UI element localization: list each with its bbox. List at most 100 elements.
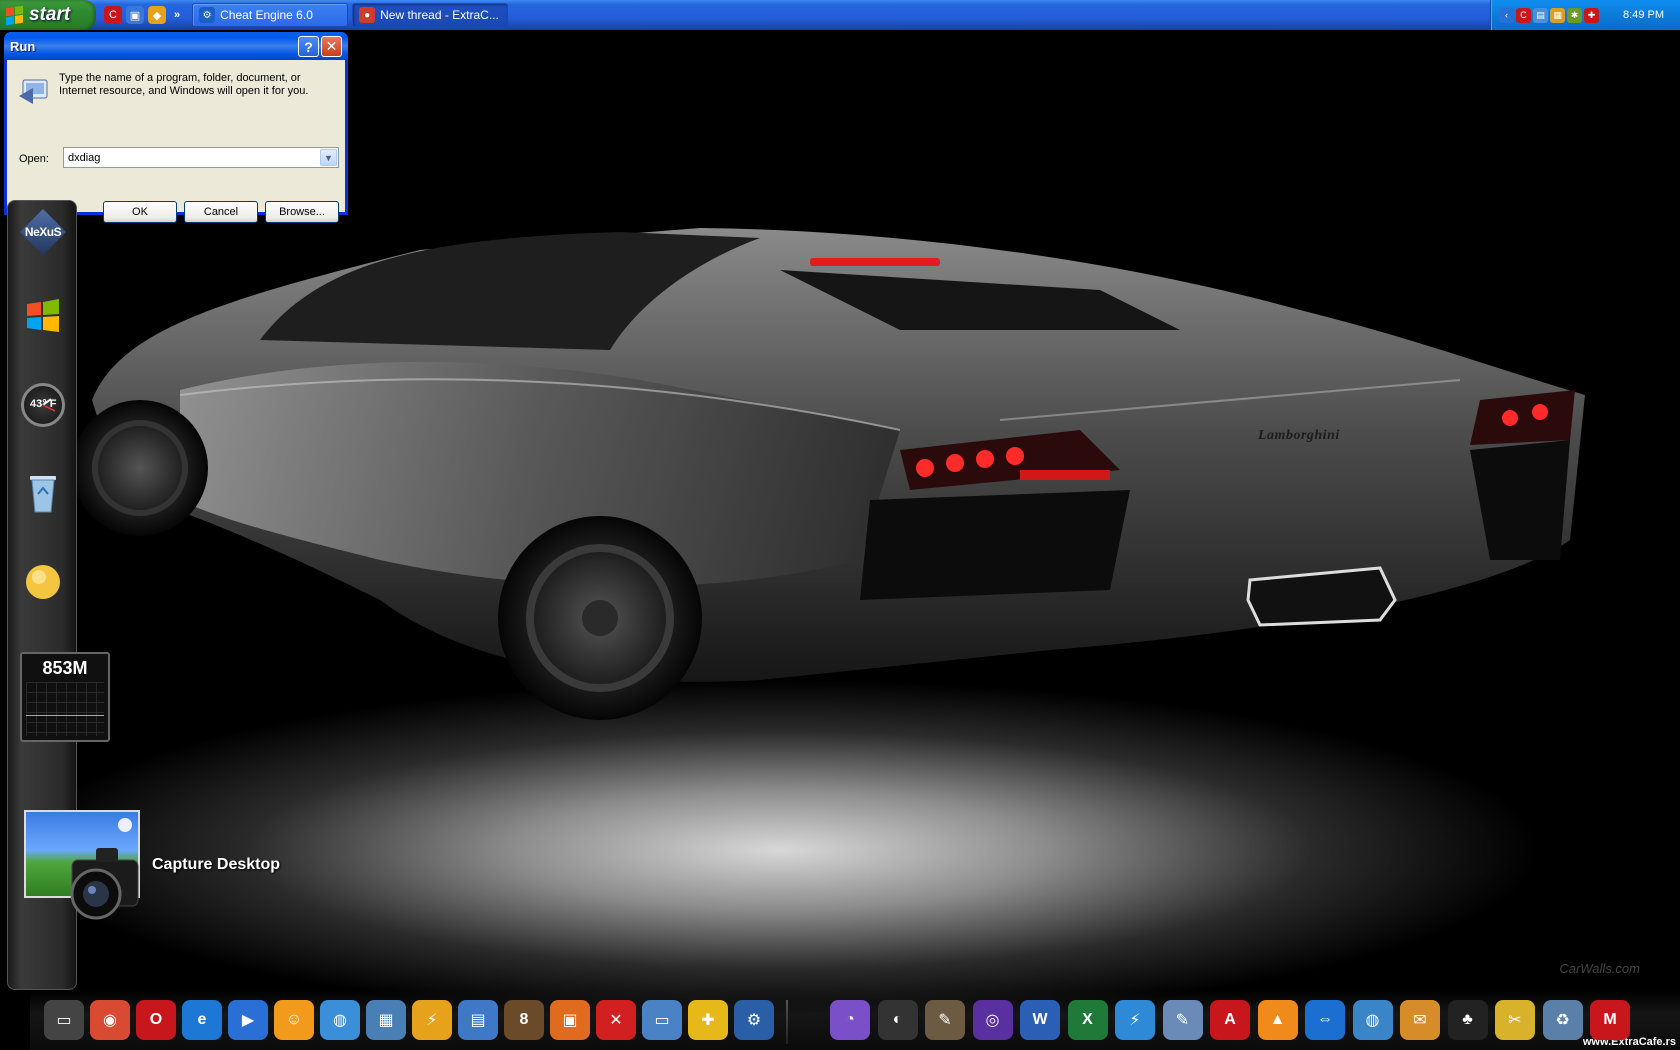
dock-item[interactable]: ▭ — [42, 998, 86, 1042]
dock-item[interactable]: O — [134, 998, 178, 1042]
memory-graph-line — [26, 715, 104, 716]
quick-launch-chevron[interactable]: » — [174, 9, 180, 21]
browse-button[interactable]: Browse... — [265, 201, 339, 223]
dock-item[interactable]: ✕ — [594, 998, 638, 1042]
close-x-icon: ✕ — [596, 1000, 636, 1040]
chevron-down-icon[interactable]: ▼ — [320, 149, 337, 166]
windows-logo-icon[interactable] — [20, 293, 66, 339]
winamp-icon[interactable]: ◆ — [148, 6, 166, 24]
dock-item[interactable]: ◉ — [88, 998, 132, 1042]
folder-icon: ▤ — [458, 1000, 498, 1040]
dock-item[interactable]: ✎ — [923, 998, 967, 1042]
gimp-icon: ✎ — [925, 1000, 965, 1040]
cancel-button[interactable]: Cancel — [184, 201, 258, 223]
dock-item[interactable]: ✎ — [1161, 998, 1205, 1042]
run-body: Type the name of a program, folder, docu… — [7, 60, 345, 223]
dock-item[interactable]: ▤ — [456, 998, 500, 1042]
clock[interactable]: 8:49 PM — [1623, 9, 1664, 21]
dock-item[interactable]: A — [1208, 998, 1252, 1042]
recycle-bin-icon: ♻ — [1542, 1000, 1583, 1040]
dock-item[interactable]: ⚡ — [1113, 998, 1157, 1042]
nexus-logo-icon[interactable]: NeXuS — [20, 209, 66, 255]
taskbar-item-cheat-engine[interactable]: ⚙ Cheat Engine 6.0 — [192, 3, 349, 27]
camera-icon[interactable] — [66, 838, 144, 928]
ok-button[interactable]: OK — [103, 201, 177, 223]
open-input-value: dxdiag — [68, 151, 101, 164]
dock-item[interactable]: X — [1066, 998, 1110, 1042]
billiard-icon: 8 — [504, 1000, 544, 1040]
dock-item[interactable]: ◔ — [828, 998, 872, 1042]
dock-item[interactable]: ⚙ — [732, 998, 776, 1042]
help-button[interactable]: ? — [298, 36, 319, 57]
dock-item[interactable]: ◍ — [1351, 998, 1395, 1042]
sun-icon[interactable] — [20, 559, 66, 605]
wallpaper-watermark: CarWalls.com — [1559, 961, 1640, 976]
tools-icon: ✂ — [1495, 1000, 1535, 1040]
moon-icon — [118, 818, 132, 832]
dock-item[interactable]: ✂ — [1493, 998, 1537, 1042]
winamp-icon: ⚡ — [412, 1000, 452, 1040]
excel-icon: X — [1067, 1000, 1108, 1040]
taskbar-item-label: New thread - ExtraC... — [380, 8, 499, 22]
lightning-icon: ⚡ — [1115, 1000, 1155, 1040]
dock-item[interactable]: ✚ — [686, 998, 730, 1042]
show-desktop-icon[interactable]: ▣ — [126, 6, 144, 24]
ccleaner-icon[interactable]: C — [1516, 7, 1531, 23]
dock-item[interactable]: 8 — [502, 998, 546, 1042]
dock-item[interactable]: ▲ — [1256, 998, 1300, 1042]
system-tray: ‹ C ▤ ▦ ✱ ✚ 8:49 PM — [1490, 0, 1680, 30]
dock-item[interactable]: ▶ — [226, 998, 270, 1042]
recycle-bin-icon[interactable] — [20, 469, 66, 515]
desktop: Lamborghini CarWalls.com start C ▣ ◆ » ⚙… — [0, 0, 1680, 1050]
ccleaner-icon[interactable]: C — [104, 6, 122, 24]
memory-meter-gadget[interactable]: 853M — [20, 652, 110, 742]
dock-item[interactable]: ☺ — [272, 998, 316, 1042]
run-program-icon — [19, 79, 48, 104]
weather-temperature: 43° F — [30, 398, 57, 410]
dock-item[interactable]: ✉ — [1398, 998, 1442, 1042]
shirt-icon: ♣ — [1447, 1000, 1488, 1040]
messenger-icon: ☺ — [274, 1000, 314, 1040]
folder-icon[interactable]: ▦ — [1550, 7, 1565, 23]
computer-icon: ▭ — [642, 1000, 682, 1040]
dock-separator — [786, 1000, 788, 1044]
capture-desktop-label[interactable]: Capture Desktop — [152, 856, 280, 874]
dock-item[interactable]: ⚡ — [410, 998, 454, 1042]
back-arrow-icon[interactable]: ‹ — [1499, 7, 1514, 23]
close-button[interactable]: ✕ — [321, 36, 342, 57]
taskbar-item-browser[interactable]: ● New thread - ExtraC... — [352, 3, 509, 27]
dock-item[interactable]: M — [1588, 998, 1632, 1042]
dock-item[interactable]: W — [1018, 998, 1062, 1042]
dock-item[interactable]: ▭ — [640, 998, 684, 1042]
cheat-engine-icon: ⚙ — [199, 7, 216, 23]
edit-icon: ✎ — [1162, 1000, 1203, 1040]
playstation-icon: ✚ — [688, 1000, 728, 1040]
dock-item[interactable]: ◐ — [876, 998, 920, 1042]
run-dialog: Run ? ✕ Type the name of a program, fold… — [4, 32, 348, 223]
m-logo-icon: M — [1590, 1000, 1630, 1040]
open-input[interactable]: dxdiag ▼ — [63, 147, 339, 168]
opera-icon: O — [136, 1000, 176, 1040]
photoscape-icon: ◐ — [877, 1000, 918, 1040]
shield-icon[interactable]: ✚ — [1584, 7, 1599, 23]
memory-value: 853M — [42, 658, 88, 678]
acrobat-icon: A — [1210, 1000, 1250, 1040]
run-title-bar[interactable]: Run ? ✕ — [4, 32, 348, 60]
dock-item[interactable]: ▦ — [364, 998, 408, 1042]
start-label: start — [29, 4, 71, 25]
dock-item[interactable]: ◍ — [318, 998, 362, 1042]
bug-icon[interactable]: ✱ — [1567, 7, 1582, 23]
quick-launch: C ▣ ◆ » — [96, 0, 188, 30]
media-player-icon: ▶ — [228, 1000, 268, 1040]
dock-item[interactable]: ◎ — [971, 998, 1015, 1042]
dock-item[interactable]: ⇔ — [1303, 998, 1347, 1042]
start-button[interactable]: start — [0, 0, 96, 30]
dock-item[interactable]: e — [180, 998, 224, 1042]
dock-item[interactable]: ♻ — [1541, 998, 1585, 1042]
network-globe-icon: ◍ — [320, 1000, 360, 1040]
dock-item[interactable]: ▣ — [548, 998, 592, 1042]
dock-item[interactable]: ♣ — [1446, 998, 1490, 1042]
taskbar-item-label: Cheat Engine 6.0 — [220, 8, 313, 22]
thunderbird-icon: ✉ — [1400, 1000, 1440, 1040]
network-icon[interactable]: ▤ — [1533, 7, 1548, 23]
